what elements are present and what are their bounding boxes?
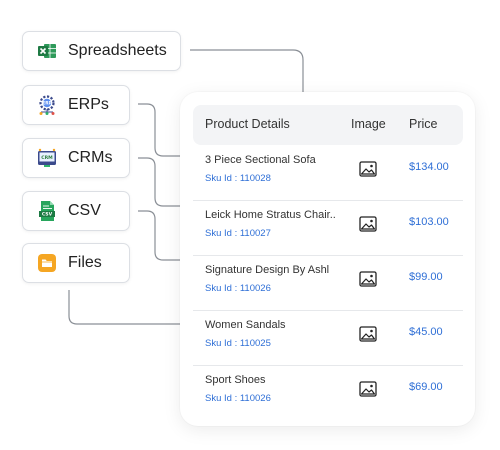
source-csv[interactable]: CSV CSV bbox=[22, 191, 130, 231]
source-label: CSV bbox=[68, 202, 101, 219]
product-name: Women Sandals bbox=[205, 319, 286, 331]
svg-text:CRM: CRM bbox=[41, 155, 53, 161]
source-erps[interactable]: ERP ERPs bbox=[22, 85, 130, 125]
product-price: $103.00 bbox=[409, 216, 449, 228]
product-name: 3 Piece Sectional Sofa bbox=[205, 154, 316, 166]
product-sku: Sku Id : 110027 bbox=[205, 228, 271, 239]
product-table-card: Product Details Image Price 3 Piece Sect… bbox=[180, 92, 475, 426]
header-image: Image bbox=[351, 117, 386, 131]
table-row[interactable]: Women Sandals Sku Id : 110025 $45.00 bbox=[193, 310, 463, 366]
erp-gear-icon: ERP bbox=[36, 94, 58, 116]
product-price: $69.00 bbox=[409, 381, 443, 393]
table-row[interactable]: Sport Shoes Sku Id : 110026 $69.00 bbox=[193, 365, 463, 420]
source-label: ERPs bbox=[68, 96, 109, 113]
connector-csv bbox=[138, 210, 180, 261]
csv-file-icon: CSV bbox=[36, 200, 58, 222]
source-crms[interactable]: CRM CRMs bbox=[22, 138, 130, 178]
product-name: Leick Home Stratus Chair.. bbox=[205, 209, 336, 221]
header-price: Price bbox=[409, 117, 438, 131]
image-placeholder-icon bbox=[359, 271, 377, 287]
product-price: $99.00 bbox=[409, 271, 443, 283]
connector-crms bbox=[138, 157, 180, 207]
product-name: Sport Shoes bbox=[205, 374, 266, 386]
source-label: CRMs bbox=[68, 149, 113, 166]
product-name: Signature Design By Ashl bbox=[205, 264, 330, 276]
table-row[interactable]: Leick Home Stratus Chair.. Sku Id : 1100… bbox=[193, 200, 463, 256]
table-row[interactable]: 3 Piece Sectional Sofa Sku Id : 110028 $… bbox=[193, 145, 463, 201]
product-sku: Sku Id : 110026 bbox=[205, 283, 271, 294]
source-spreadsheets[interactable]: Spreadsheets bbox=[22, 31, 181, 71]
image-placeholder-icon bbox=[359, 381, 377, 397]
svg-text:CSV: CSV bbox=[42, 212, 53, 218]
source-files[interactable]: Files bbox=[22, 243, 130, 283]
source-label: Spreadsheets bbox=[68, 42, 167, 59]
connector-erps bbox=[138, 103, 180, 157]
product-sku: Sku Id : 110026 bbox=[205, 393, 271, 404]
connector-files bbox=[68, 290, 180, 325]
table-row[interactable]: Signature Design By Ashl Sku Id : 110026… bbox=[193, 255, 463, 311]
product-price: $134.00 bbox=[409, 161, 449, 173]
image-placeholder-icon bbox=[359, 326, 377, 342]
source-label: Files bbox=[68, 254, 102, 271]
connector-spreadsheets bbox=[190, 49, 304, 92]
table-header: Product Details Image Price bbox=[193, 105, 463, 145]
product-sku: Sku Id : 110025 bbox=[205, 338, 271, 349]
product-price: $45.00 bbox=[409, 326, 443, 338]
folder-icon bbox=[36, 252, 58, 274]
svg-text:ERP: ERP bbox=[42, 101, 51, 106]
crm-icon: CRM bbox=[36, 147, 58, 169]
excel-icon bbox=[36, 40, 58, 62]
product-sku: Sku Id : 110028 bbox=[205, 173, 271, 184]
image-placeholder-icon bbox=[359, 161, 377, 177]
header-product-details: Product Details bbox=[205, 117, 290, 131]
image-placeholder-icon bbox=[359, 216, 377, 232]
